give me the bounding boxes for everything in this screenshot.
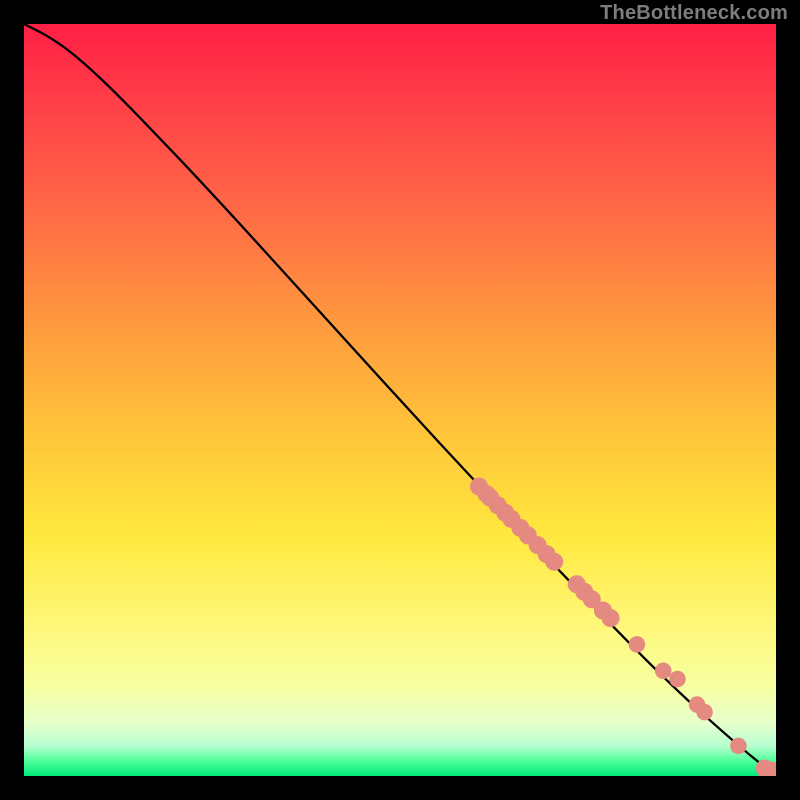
scatter-dot xyxy=(519,526,537,544)
chart-stage: TheBottleneck.com xyxy=(0,0,800,800)
scatter-dot xyxy=(602,609,620,627)
scatter-dot xyxy=(529,536,547,554)
scatter-dot xyxy=(629,636,646,653)
bottleneck-curve xyxy=(24,24,776,776)
chart-svg xyxy=(24,24,776,776)
scatter-dot xyxy=(545,553,563,571)
scatter-dot xyxy=(481,489,499,507)
scatter-dot xyxy=(756,759,774,776)
scatter-dot xyxy=(689,696,706,713)
scatter-dot xyxy=(594,602,612,620)
scatter-dot xyxy=(669,671,686,688)
watermark-text: TheBottleneck.com xyxy=(600,2,788,25)
scatter-dot xyxy=(511,519,529,537)
scatter-dots-group xyxy=(470,477,776,776)
scatter-dot xyxy=(489,496,507,514)
scatter-dot xyxy=(730,738,747,755)
scatter-dot xyxy=(583,590,601,608)
scatter-dot xyxy=(538,545,556,563)
plot-area xyxy=(24,24,776,776)
scatter-dot xyxy=(477,485,495,503)
scatter-dot xyxy=(502,510,520,528)
scatter-dot xyxy=(696,704,713,721)
scatter-dot xyxy=(762,762,776,776)
scatter-dot xyxy=(655,662,672,679)
scatter-dot xyxy=(470,477,488,495)
scatter-dot xyxy=(568,575,586,593)
scatter-dot xyxy=(575,583,593,601)
scatter-dot xyxy=(496,504,514,522)
